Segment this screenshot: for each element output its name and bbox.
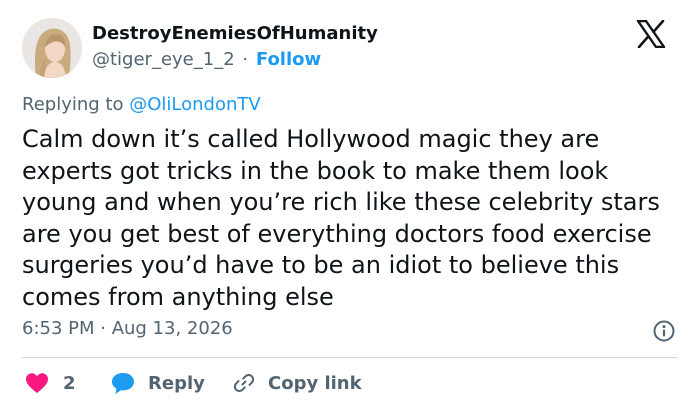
avatar-image [22, 18, 82, 78]
copy-link-label: Copy link [268, 372, 362, 394]
divider [22, 357, 678, 358]
reply-button[interactable]: Reply [110, 370, 205, 396]
replying-to: Replying to @OliLondonTV [22, 94, 261, 115]
reply-label: Reply [148, 372, 205, 394]
tweet-timestamp[interactable]: 6:53 PM · Aug 13, 2026 [22, 318, 233, 339]
author-display-name[interactable]: DestroyEnemiesOfHumanity [92, 23, 378, 44]
copy-link-button[interactable]: Copy link [232, 370, 362, 396]
link-icon [233, 374, 255, 392]
info-icon[interactable] [652, 319, 676, 343]
avatar[interactable] [22, 18, 82, 78]
separator-dot: · [242, 49, 249, 70]
tweet-text: Calm down it’s called Hollywood magic th… [22, 125, 660, 311]
x-logo-icon[interactable] [636, 20, 666, 48]
speech-bubble-icon [112, 373, 134, 394]
like-count: 2 [63, 372, 76, 394]
author-handle-row: @tiger_eye_1_2 · Follow [92, 49, 321, 70]
heart-icon [26, 373, 48, 393]
replying-to-label: Replying to [22, 94, 124, 115]
like-button[interactable]: 2 [25, 370, 76, 396]
replying-to-mention[interactable]: @OliLondonTV [129, 94, 260, 115]
author-handle[interactable]: @tiger_eye_1_2 [92, 49, 235, 70]
follow-button[interactable]: Follow [256, 49, 321, 70]
